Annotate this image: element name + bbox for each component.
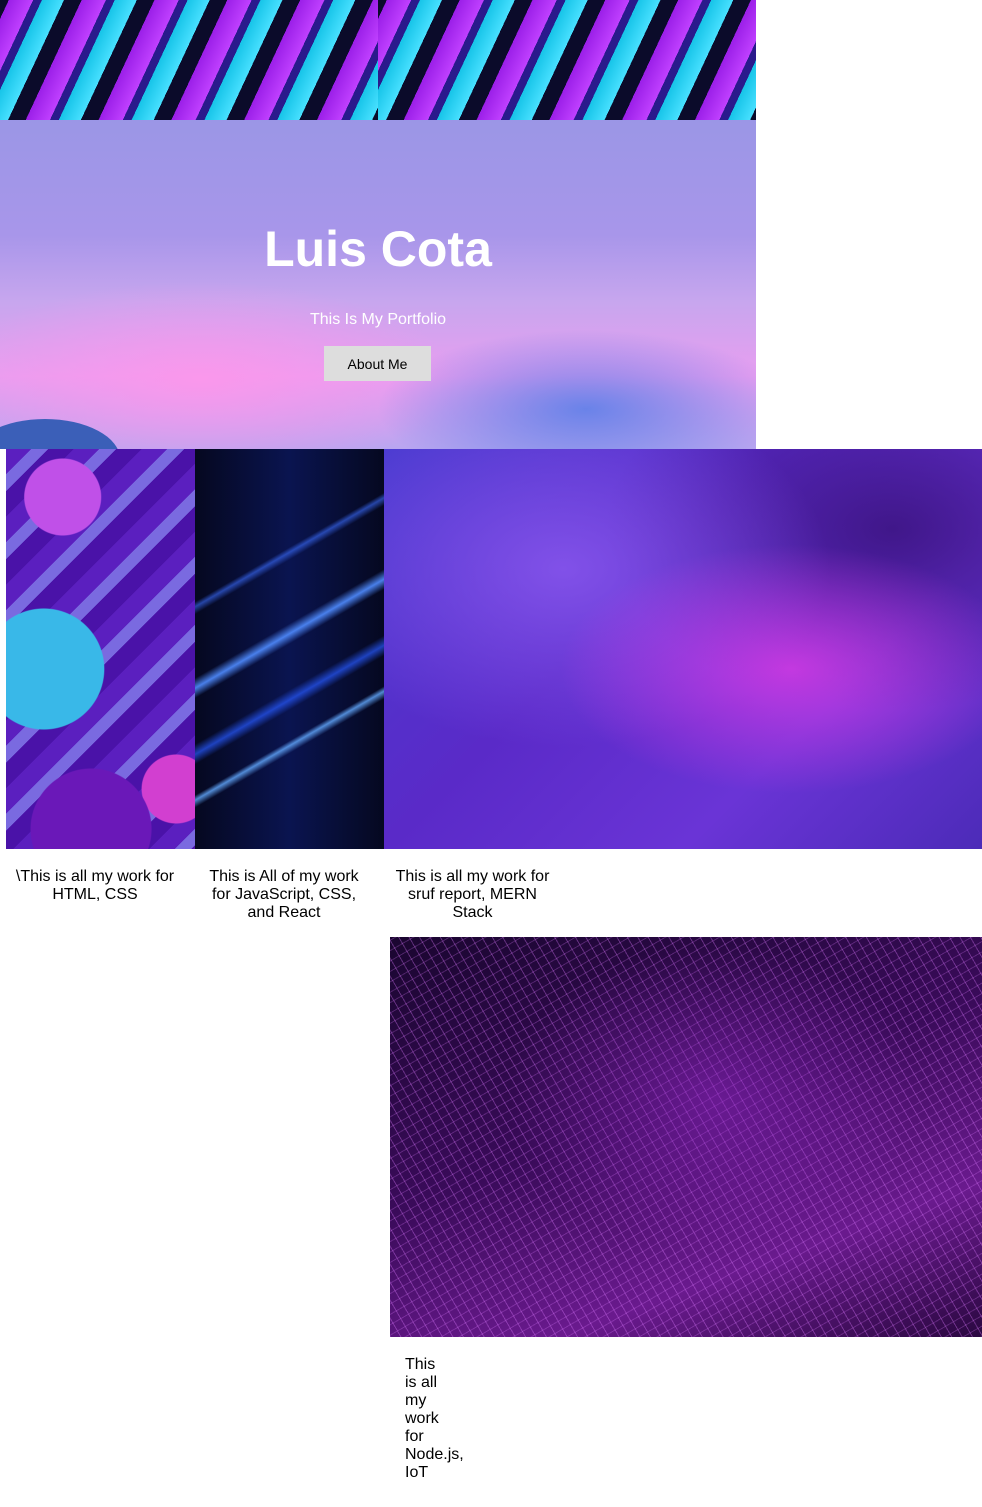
project-image-nodejs[interactable] bbox=[390, 937, 982, 1337]
project-caption-html-css: \This is all my work for HTML, CSS bbox=[15, 868, 175, 903]
project-image-javascript[interactable] bbox=[195, 449, 384, 849]
project-caption-javascript: This is All of my work for JavaScript, C… bbox=[209, 868, 359, 921]
project-caption-nodejs: This is all my work for Node.js, IoT bbox=[405, 1356, 464, 1481]
top-banner bbox=[0, 0, 756, 120]
project-caption-mern: This is all my work for sruf report, MER… bbox=[395, 868, 550, 921]
about-me-button[interactable]: About Me bbox=[324, 346, 431, 381]
hero-hill-decoration bbox=[0, 419, 120, 449]
hero-title: Luis Cota bbox=[264, 221, 492, 277]
hero-subtitle: This Is My Portfolio bbox=[309, 311, 447, 328]
project-image-mern[interactable] bbox=[384, 449, 982, 849]
hero-section: Luis Cota This Is My Portfolio About Me bbox=[0, 120, 756, 449]
banner-image bbox=[0, 0, 378, 120]
banner-image bbox=[378, 0, 756, 120]
project-image-html-css[interactable] bbox=[6, 449, 195, 849]
